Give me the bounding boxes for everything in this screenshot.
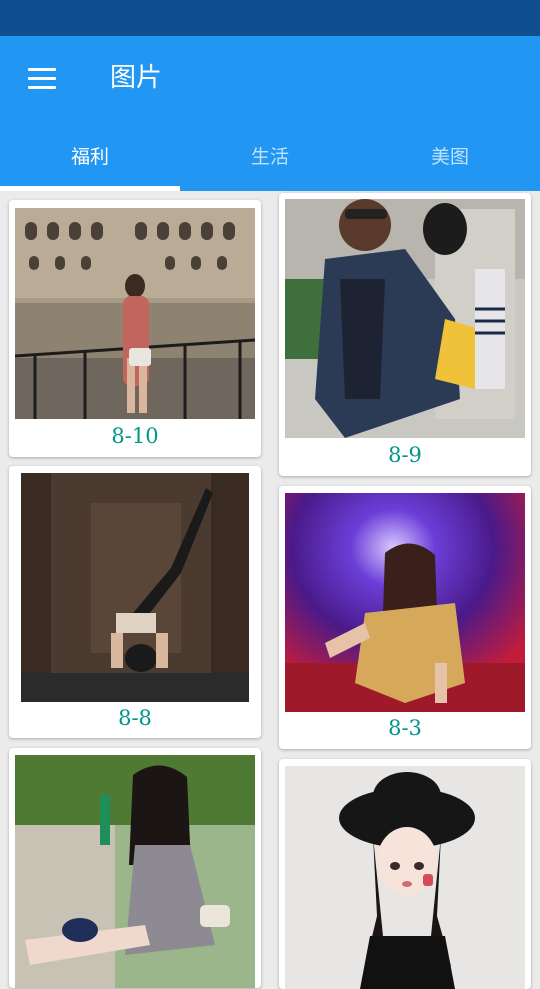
girl-in-black-hat-photo [285,766,525,989]
card-caption: 8-3 [388,716,422,740]
photo-card[interactable]: 8-9 [279,193,531,476]
photo-card[interactable]: 8-3 [279,486,531,749]
card-caption: 8-10 [111,424,159,448]
photo-card[interactable]: 8-10 [9,200,261,457]
status-bar [0,0,540,36]
woman-in-sequin-dress-photo [285,493,525,712]
page-title: 图片 [110,63,163,93]
card-caption: 8-9 [388,443,422,467]
yoga-headstand-photo [21,473,249,702]
app-bar: 图片 福利 生活 美图 [0,36,540,191]
card-caption: 8-8 [118,706,152,730]
photo-card[interactable] [279,759,531,989]
photo-card[interactable]: 8-8 [9,466,261,738]
tab-welfare[interactable]: 福利 [0,136,180,191]
tab-indicator [0,186,180,191]
tab-bar: 福利 生活 美图 [0,136,540,191]
woman-in-denim-jacket-photo [285,199,525,438]
woman-at-colosseum-photo [15,208,255,419]
tab-beauty[interactable]: 美图 [360,136,540,191]
tab-life[interactable]: 生活 [180,136,360,191]
photo-card[interactable] [9,748,261,988]
woman-sitting-in-park-photo [15,755,255,988]
hamburger-menu-icon[interactable] [20,58,64,98]
